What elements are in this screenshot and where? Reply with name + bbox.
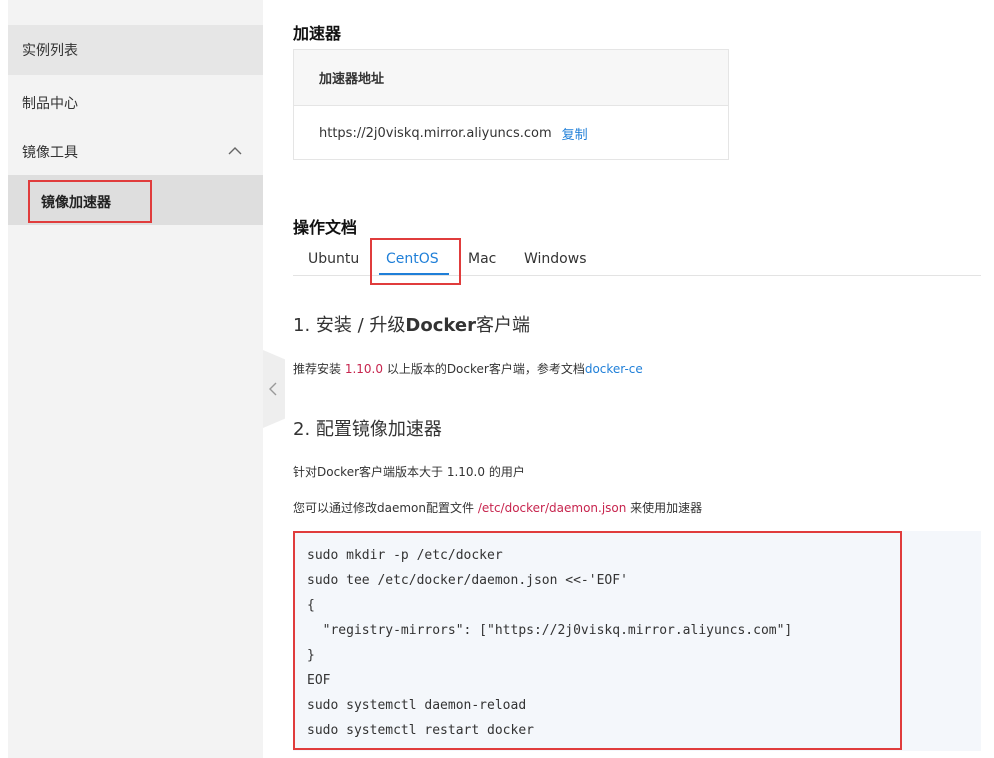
config-path: /etc/docker/daemon.json: [477, 501, 627, 515]
accelerator-address: https://2j0viskq.mirror.aliyuncs.com: [319, 125, 552, 141]
step2-description: 针对Docker客户端版本大于 1.10.0 的用户: [293, 465, 525, 479]
accelerator-table-header: 加速器地址: [294, 50, 728, 106]
sidebar-item-instance-list[interactable]: 实例列表: [8, 25, 263, 75]
step1-title-bold: Docker: [405, 315, 476, 336]
tab-centos[interactable]: CentOS: [386, 251, 439, 267]
accelerator-row: https://2j0viskq.mirror.aliyuncs.com 复制: [294, 106, 728, 160]
sidebar-item-image-tools[interactable]: 镜像工具: [8, 127, 263, 177]
version-number: 1.10.0: [344, 362, 383, 376]
code-line: sudo tee /etc/docker/daemon.json <<-'EOF…: [307, 573, 628, 588]
text: 推荐安装: [293, 362, 345, 376]
chevron-up-icon: [228, 147, 242, 155]
code-line: sudo mkdir -p /etc/docker: [307, 548, 503, 563]
sidebar-item-label: 制品中心: [22, 96, 78, 112]
code-line: {: [307, 598, 315, 613]
sidebar-subitem-label: 镜像加速器: [41, 194, 111, 211]
step1-description: 推荐安装 1.10.0 以上版本的Docker客户端，参考文档docker-ce: [293, 360, 643, 377]
accelerator-table: 加速器地址 https://2j0viskq.mirror.aliyuncs.c…: [293, 49, 729, 160]
code-line: sudo systemctl restart docker: [307, 723, 534, 738]
text: 您可以通过修改daemon配置文件: [293, 501, 478, 515]
copy-button[interactable]: 复制: [562, 124, 588, 143]
code-block[interactable]: sudo mkdir -p /etc/docker sudo tee /etc/…: [293, 531, 902, 750]
docker-ce-link[interactable]: docker-ce: [585, 362, 643, 376]
tab-mac[interactable]: Mac: [468, 251, 496, 267]
os-tabs: Ubuntu CentOS Mac Windows: [293, 239, 981, 276]
code-line: sudo systemctl daemon-reload: [307, 698, 527, 713]
step2-config-note: 您可以通过修改daemon配置文件 /etc/docker/daemon.jso…: [293, 499, 702, 516]
highlight-box: 镜像加速器: [28, 180, 152, 223]
sidebar: 实例列表 制品中心 镜像工具 镜像加速器: [8, 0, 263, 758]
sidebar-item-label: 实例列表: [22, 43, 78, 59]
step2-title: 2. 配置镜像加速器: [293, 419, 442, 440]
code-line: EOF: [307, 673, 331, 688]
chevron-left-icon: [269, 382, 277, 396]
sidebar-subitem-image-accelerator[interactable]: 镜像加速器: [8, 175, 263, 225]
tab-ubuntu[interactable]: Ubuntu: [308, 251, 359, 267]
sidebar-item-label: 镜像工具: [22, 145, 78, 161]
step1-title-prefix: 1. 安装 / 升级: [293, 315, 406, 336]
code-line: "registry-mirrors": ["https://2j0viskq.m…: [307, 623, 793, 638]
sidebar-item-artifact-center[interactable]: 制品中心: [8, 78, 263, 128]
accelerator-section-title: 加速器: [293, 24, 342, 43]
text: 来使用加速器: [626, 501, 703, 515]
active-tab-indicator: [379, 273, 449, 275]
sidebar-collapse-toggle[interactable]: [263, 350, 285, 428]
docs-section-title: 操作文档: [293, 218, 358, 237]
text: 以上版本的Docker客户端，参考文档: [383, 362, 585, 376]
step1-title: 1. 安装 / 升级Docker客户端: [293, 311, 530, 337]
tab-windows[interactable]: Windows: [524, 251, 587, 267]
step1-title-suffix: 客户端: [475, 315, 530, 336]
code-line: }: [307, 648, 315, 663]
